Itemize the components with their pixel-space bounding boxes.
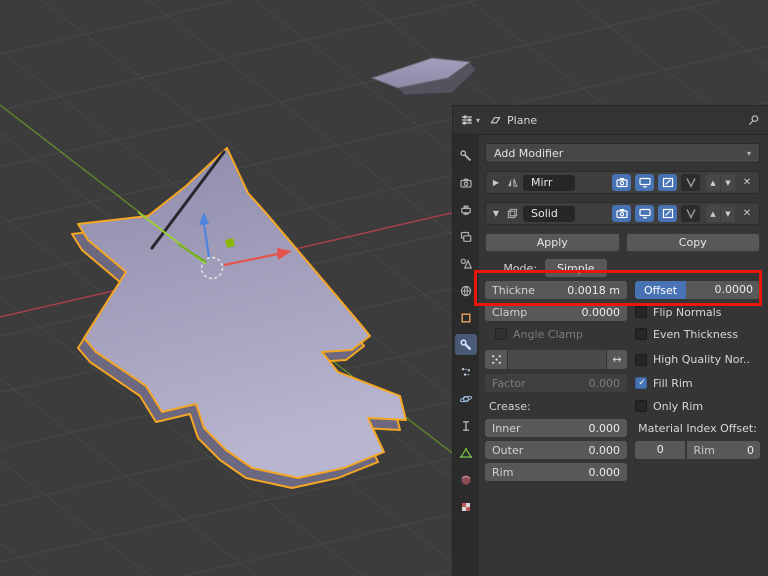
vertex-group-icon[interactable]: [485, 350, 508, 369]
tab-texture[interactable]: [455, 496, 477, 517]
tab-scene[interactable]: [455, 253, 477, 274]
angle-clamp-checkbox[interactable]: Angle Clamp: [485, 328, 627, 341]
tab-render[interactable]: [455, 172, 477, 193]
vertex-group-row: ↔ High Quality Nor..: [485, 350, 760, 369]
clamp-row: Clamp 0.0000 Flip Normals: [485, 303, 760, 321]
tab-tool[interactable]: [455, 145, 477, 166]
tab-material[interactable]: [455, 469, 477, 490]
add-modifier-label: Add Modifier: [494, 146, 564, 160]
tab-view-layer[interactable]: [455, 226, 477, 247]
crease-inner-field[interactable]: Inner 0.000: [485, 419, 627, 437]
tab-modifiers[interactable]: [455, 334, 477, 355]
copy-button[interactable]: Copy: [625, 233, 760, 252]
solidify-move-down-button[interactable]: ▼: [721, 205, 735, 222]
tab-object-data[interactable]: [455, 442, 477, 463]
mirror-render-toggle[interactable]: [612, 174, 631, 191]
material-index-offset-label: Material Index Offset:: [638, 421, 757, 435]
mirror-move-up-button[interactable]: ▲: [706, 174, 720, 191]
tab-output[interactable]: [455, 199, 477, 220]
thickness-field[interactable]: Thickne 0.0018 m: [485, 281, 627, 299]
pin-icon[interactable]: [747, 114, 760, 127]
solidify-editmode-toggle[interactable]: [658, 205, 677, 222]
checkbox-icon: [635, 328, 647, 340]
mirror-modifier-icon: [508, 178, 518, 187]
inner-row: Inner 0.000 Material Index Offset:: [485, 419, 760, 437]
thickness-offset-row: Thickne 0.0018 m Offset 0.0000: [485, 281, 760, 299]
collapse-arrow-icon[interactable]: ▼: [490, 209, 502, 218]
outer-row: Outer 0.000 0 Rim 0: [485, 441, 760, 459]
mirror-move-down-button[interactable]: ▼: [721, 174, 735, 191]
vertex-group-field[interactable]: [508, 350, 606, 369]
wing-mesh[interactable]: [370, 57, 477, 96]
mirror-realtime-toggle[interactable]: [635, 174, 654, 191]
solidify-move-up-button[interactable]: ▲: [706, 205, 720, 222]
mirror-modifier-name-field[interactable]: Mirr: [523, 174, 575, 191]
chevron-down-icon: ▾: [476, 115, 481, 125]
invert-vertex-group-icon[interactable]: ↔: [606, 350, 627, 369]
offset-field[interactable]: Offset 0.0000: [635, 281, 760, 299]
mirror-editmode-toggle[interactable]: [658, 174, 677, 191]
solidify-modifier-name-field[interactable]: Solid: [523, 205, 575, 222]
solidify-realtime-toggle[interactable]: [635, 205, 654, 222]
jet-mesh[interactable]: [77, 147, 407, 479]
material-offset-field[interactable]: 0: [635, 441, 686, 459]
apply-button[interactable]: Apply: [485, 233, 620, 252]
crease-label: Crease:: [489, 399, 531, 413]
vertex-group-selector[interactable]: ↔: [485, 350, 627, 369]
only-rim-checkbox[interactable]: Only Rim: [635, 400, 760, 413]
mode-row: Mode: Simple: [485, 259, 760, 277]
solidify-modifier-header: ▼ Solid ▲ ▼ ✕: [485, 202, 760, 225]
checkbox-checked-icon: [635, 377, 648, 389]
solidify-modifier-icon: [507, 208, 518, 219]
solidify-delete-button[interactable]: ✕: [739, 208, 755, 219]
crease-rim-field[interactable]: Rim 0.000: [485, 463, 627, 481]
tab-object[interactable]: [455, 307, 477, 328]
mode-label: Mode:: [503, 261, 537, 275]
crease-row: Crease: Only Rim: [485, 397, 760, 415]
even-thickness-checkbox[interactable]: Even Thickness: [635, 328, 760, 341]
solidify-render-toggle[interactable]: [612, 205, 631, 222]
editor-type-button[interactable]: ▾: [457, 111, 483, 129]
mode-dropdown[interactable]: Simple: [545, 259, 607, 277]
properties-header: ▾ Plane: [453, 106, 768, 135]
factor-field[interactable]: Factor 0.000: [485, 374, 627, 392]
chevron-down-icon: ▾: [746, 148, 751, 158]
breadcrumb-object-name: Plane: [507, 113, 538, 127]
solidify-cage-toggle[interactable]: [681, 205, 700, 222]
rim-row: Rim 0.000: [485, 463, 760, 481]
clamp-field[interactable]: Clamp 0.0000: [485, 303, 627, 321]
fill-rim-checkbox[interactable]: Fill Rim: [635, 377, 760, 390]
plane-object-icon: [490, 116, 501, 123]
properties-editor: ▾ Plane Add Modifier ▾ ▶ Mirr ▲ ▼ ✕ ▼ So…: [452, 105, 768, 576]
checkbox-icon: [635, 353, 647, 366]
checkbox-icon: [635, 306, 647, 318]
factor-row: Factor 0.000 Fill Rim: [485, 374, 760, 392]
tab-particles[interactable]: [455, 361, 477, 382]
checkbox-icon: [495, 328, 507, 340]
mirror-delete-button[interactable]: ✕: [739, 177, 755, 188]
add-modifier-dropdown[interactable]: Add Modifier ▾: [485, 143, 760, 163]
checkbox-icon: [635, 400, 647, 412]
tab-world[interactable]: [455, 280, 477, 301]
high-quality-normals-checkbox[interactable]: High Quality Nor..: [635, 353, 760, 366]
flip-normals-checkbox[interactable]: Flip Normals: [635, 306, 760, 319]
crease-outer-field[interactable]: Outer 0.000: [485, 441, 627, 459]
properties-tab-strip: [453, 135, 479, 576]
tab-constraints[interactable]: [455, 415, 477, 436]
properties-editor-icon: [462, 115, 472, 125]
tab-physics[interactable]: [455, 388, 477, 409]
mirror-cage-toggle[interactable]: [681, 174, 700, 191]
angle-clamp-row: Angle Clamp Even Thickness: [485, 325, 760, 343]
material-rim-offset-field[interactable]: Rim 0: [687, 441, 760, 459]
modifier-panel-content: Add Modifier ▾ ▶ Mirr ▲ ▼ ✕ ▼ Solid ▲ ▼ …: [479, 135, 768, 576]
breadcrumb[interactable]: Plane: [489, 114, 537, 127]
expand-arrow-icon[interactable]: ▶: [490, 178, 502, 187]
mirror-modifier-header: ▶ Mirr ▲ ▼ ✕: [485, 171, 760, 194]
